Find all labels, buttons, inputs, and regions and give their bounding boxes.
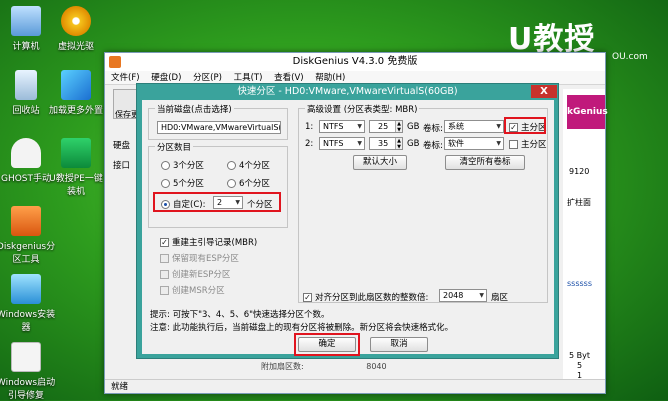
default-size-button[interactable]: 默认大小 (353, 155, 407, 170)
menu-partition[interactable]: 分区(P) (193, 73, 222, 83)
desktop-icon-virtual-drive[interactable]: 虚拟光驱 (46, 6, 106, 52)
radio-5-partitions[interactable]: 5个分区 (161, 177, 204, 189)
diskgenius-icon (11, 206, 41, 236)
create-esp-checkbox: 创建新ESP分区 (160, 268, 230, 280)
keep-esp-checkbox: 保留现有ESP分区 (160, 252, 239, 264)
medical-kit-icon (11, 342, 41, 372)
desktop-icon-ujiaoshou-pe[interactable]: U教授PE一键装机 (46, 138, 106, 197)
highlight-custom-count (153, 192, 281, 212)
current-disk-group: 当前磁盘(点击选择) HD0:VMware,VMwareVirtualS(6 (148, 103, 288, 140)
partition-2-number: 2: (305, 139, 314, 149)
clear-labels-button[interactable]: 清空所有卷标 (445, 155, 525, 170)
menu-view[interactable]: 查看(V) (274, 73, 303, 83)
watermark-logo-sub: OU.com (612, 52, 648, 62)
right-text: 5 (577, 361, 583, 370)
checkbox-box (160, 253, 169, 263)
partition-count-group: 分区数目 3个分区 4个分区 5个分区 6个分区 自定(C): 2 ▼ 个分区 (148, 141, 288, 228)
dropdown-arrow-icon: ▼ (496, 123, 501, 130)
partition-2-size-input[interactable]: 35 ▲ ▼ (369, 137, 403, 150)
quick-partition-dialog: 快速分区 - HD0:VMware,VMwareVirtualS(60GB) X… (136, 83, 559, 359)
recycle-bin-icon (15, 70, 37, 100)
radio-dot (161, 178, 170, 188)
current-disk-group-title: 当前磁盘(点击选择) (155, 103, 234, 115)
right-text: 5 Byt (569, 351, 590, 360)
dropdown-arrow-icon: ▼ (479, 292, 484, 299)
right-text: ssssss (567, 279, 593, 288)
status-bar: 就绪 (105, 379, 605, 393)
partition-1-fs-select[interactable]: NTFS ▼ (319, 120, 365, 133)
dropdown-arrow-icon: ▼ (357, 140, 362, 147)
checkbox-box: ✓ (303, 292, 312, 302)
radio-dot (227, 178, 236, 188)
desktop-icon-load-external[interactable]: 加载更多外置 (46, 70, 106, 116)
partition-1-volume-label-text: 卷标: (423, 124, 443, 134)
highlight-ok-button (294, 333, 360, 356)
bottom-info-row: 附加扇区数: 8040 (261, 362, 387, 371)
partition-count-group-title: 分区数目 (155, 141, 194, 153)
radio-4-partitions[interactable]: 4个分区 (227, 159, 270, 171)
partition-2-unit: GB (407, 139, 420, 149)
partition-1-size-input[interactable]: 25 ▲ ▼ (369, 120, 403, 133)
dropdown-arrow-icon: ▼ (357, 123, 362, 130)
desktop-icon-windows-installer[interactable]: Windows安装器 (0, 274, 56, 333)
windows-installer-icon (11, 274, 41, 304)
partition-2-volume-label-text: 卷标: (423, 141, 443, 151)
rebuild-mbr-checkbox[interactable]: ✓ 重建主引导记录(MBR) (160, 236, 257, 248)
right-text: 扩柱面 (567, 198, 591, 207)
checkbox-box (160, 285, 169, 295)
spinner-icon[interactable]: ▲ ▼ (395, 138, 402, 149)
menu-tools[interactable]: 工具(T) (234, 73, 263, 83)
app-title: DiskGenius V4.3.0 免费版 (292, 56, 418, 67)
tip-text: 提示: 可按下"3、4、5、6"快速选择分区个数。 (150, 310, 330, 320)
app-right-panel: 9120 扩柱面 ssssss 5 Byt 5 1 (563, 89, 605, 381)
right-text: 9120 (569, 167, 590, 176)
checkbox-box: ✓ (160, 237, 169, 247)
current-disk-field[interactable]: HD0:VMware,VMwareVirtualS(6 (157, 121, 281, 134)
diskgenius-banner: kGenius (567, 95, 608, 129)
dialog-title-bar: 快速分区 - HD0:VMware,VMwareVirtualS(60GB) X (137, 84, 558, 99)
create-msr-checkbox: 创建MSR分区 (160, 284, 225, 296)
menu-help[interactable]: 帮助(H) (315, 73, 345, 83)
windows-green-icon (61, 138, 91, 168)
radio-dot (227, 160, 236, 170)
ghost-icon (11, 138, 41, 168)
dropdown-arrow-icon: ▼ (496, 140, 501, 147)
advanced-settings-title: 高级设置 (分区表类型: MBR) (305, 103, 420, 115)
expand-arrows-icon (61, 70, 91, 100)
align-sectors-select[interactable]: 2048 ▼ (439, 289, 487, 302)
app-title-bar: DiskGenius V4.3.0 免费版 (105, 53, 605, 71)
dialog-body: 当前磁盘(点击选择) HD0:VMware,VMwareVirtualS(6 分… (142, 100, 554, 356)
desktop-icon-diskgenius[interactable]: Diskgenius分区工具 (0, 206, 56, 265)
partition-1-number: 1: (305, 122, 314, 132)
disc-icon (61, 6, 91, 36)
warning-text: 注意: 此功能执行后，当前磁盘上的现有分区将被删除。新分区将会快速格式化。 (150, 323, 454, 333)
dialog-title: 快速分区 - HD0:VMware,VMwareVirtualS(60GB) (237, 86, 458, 97)
align-unit: 扇区 (491, 293, 509, 303)
highlight-primary-partition (504, 117, 546, 134)
app-icon (109, 56, 121, 68)
cancel-button[interactable]: 取消 (370, 337, 428, 352)
radio-dot (161, 160, 170, 170)
radio-6-partitions[interactable]: 6个分区 (227, 177, 270, 189)
checkbox-box (509, 139, 518, 149)
align-partitions-checkbox[interactable]: ✓ 对齐分区到此扇区数的整数倍: (303, 291, 428, 303)
radio-3-partitions[interactable]: 3个分区 (161, 159, 204, 171)
spinner-icon[interactable]: ▲ ▼ (395, 121, 402, 132)
partition-1-unit: GB (407, 122, 420, 132)
partition-2-volume-select[interactable]: 软件 ▼ (444, 137, 504, 150)
partition-2-primary-checkbox[interactable]: 主分区 (509, 138, 547, 150)
menu-disk[interactable]: 硬盘(D) (151, 73, 181, 83)
desktop-icon-boot-repair[interactable]: Windows启动引导修复 (0, 342, 56, 401)
computer-icon (11, 6, 41, 36)
partition-1-volume-select[interactable]: 系统 ▼ (444, 120, 504, 133)
advanced-settings-group: 高级设置 (分区表类型: MBR) 1: NTFS ▼ 25 ▲ ▼ GB 卷标: 系… (298, 103, 548, 303)
partition-2-fs-select[interactable]: NTFS ▼ (319, 137, 365, 150)
dialog-close-button[interactable]: X (531, 85, 557, 98)
checkbox-box (160, 269, 169, 279)
menu-file[interactable]: 文件(F) (111, 73, 140, 83)
